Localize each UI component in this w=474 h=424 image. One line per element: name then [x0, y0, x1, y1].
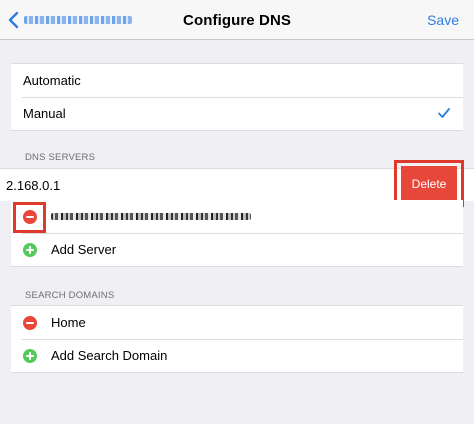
- add-search-domain-label: Add Search Domain: [51, 348, 168, 363]
- remove-circle-icon[interactable]: [23, 315, 37, 330]
- add-search-domain-row[interactable]: Add Search Domain: [11, 339, 463, 372]
- navigation-bar: Configure DNS Save: [0, 0, 474, 40]
- search-domain-row[interactable]: Home: [11, 306, 463, 339]
- manual-label: Manual: [23, 106, 66, 121]
- automatic-label: Automatic: [23, 73, 81, 88]
- dns-servers-header: DNS SERVERS: [25, 152, 96, 163]
- add-server-label: Add Server: [51, 242, 117, 257]
- search-domains-group: Home Add Search Domain: [11, 305, 463, 373]
- automatic-option[interactable]: Automatic: [11, 64, 463, 97]
- delete-button[interactable]: Delete: [401, 166, 457, 201]
- add-server-row[interactable]: Add Server: [11, 233, 463, 266]
- add-circle-icon[interactable]: [23, 242, 37, 257]
- dns-servers-group: Add Server: [11, 200, 463, 267]
- page-title: Configure DNS: [183, 12, 291, 29]
- save-button[interactable]: Save: [427, 12, 459, 28]
- add-circle-icon[interactable]: [23, 348, 37, 363]
- search-domain-label: Home: [51, 315, 86, 330]
- dns-server-row[interactable]: [11, 200, 463, 233]
- dns-server-redacted: [51, 213, 251, 220]
- dns-mode-group: Automatic Manual: [11, 63, 463, 131]
- remove-circle-icon[interactable]: [23, 209, 37, 224]
- dns-server-address: 2.168.0.1: [6, 178, 61, 193]
- search-domains-header: SEARCH DOMAINS: [25, 290, 115, 301]
- checkmark-icon: [438, 108, 450, 118]
- manual-option[interactable]: Manual: [11, 97, 463, 130]
